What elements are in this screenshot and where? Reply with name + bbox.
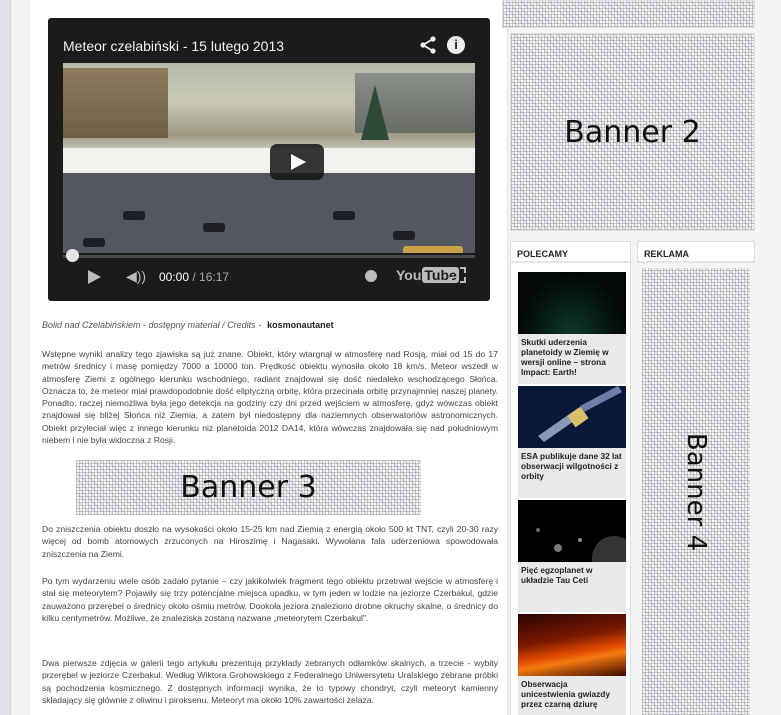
caption-credit: kosmonautanet xyxy=(267,320,334,330)
time-display: 00:00 / 16:17 xyxy=(159,270,229,284)
banner-3-label: Banner 3 xyxy=(180,470,317,505)
info-icon[interactable]: i xyxy=(447,36,465,54)
volume-icon[interactable]: ◀)) xyxy=(126,268,146,285)
recommended-list: Skutki uderzenia planetoidy w Ziemię w w… xyxy=(510,263,636,715)
recommended-item[interactable]: Obserwacja unicestwienia gwiazdy przez c… xyxy=(518,614,626,715)
recommended-title[interactable]: Skutki uderzenia planetoidy w Ziemię w w… xyxy=(518,334,626,384)
article-paragraph: Dwa pierwsze zdjęcia w galerii tego arty… xyxy=(42,658,498,705)
recommended-item[interactable]: ESA publikuje dane 32 lat obserwacji wil… xyxy=(518,386,626,498)
recommended-thumbnail[interactable] xyxy=(518,386,626,448)
recommended-title[interactable]: ESA publikuje dane 32 lat obserwacji wil… xyxy=(518,448,626,498)
banner-3[interactable]: Banner 3 xyxy=(76,460,421,515)
polecamy-heading: POLECAMY xyxy=(510,241,631,263)
share-icon[interactable] xyxy=(420,36,436,54)
recommended-item[interactable]: Pięć egzoplanet w układzie Tau Ceti xyxy=(518,500,636,612)
banner-2-label: Banner 2 xyxy=(564,114,701,150)
article-paragraph: Wstępne wyniki analizy tego zjawiska są … xyxy=(42,349,498,446)
recommended-thumbnail[interactable] xyxy=(518,500,636,580)
video-title[interactable]: Meteor czelabiński - 15 lutego 2013 xyxy=(63,38,284,54)
recommended-item[interactable]: Skutki uderzenia planetoidy w Ziemię w w… xyxy=(518,272,626,384)
reklama-heading: REKLAMA xyxy=(637,241,755,263)
recommended-thumbnail[interactable] xyxy=(518,272,626,334)
video-controls: ◀)) 00:00 / 16:17 You Tube xyxy=(48,261,490,301)
article-column: Meteor czelabiński - 15 lutego 2013 i ◀)… xyxy=(30,0,508,715)
caption-text: Bolid nad Czelabińskiem - dostępny mater… xyxy=(42,320,262,330)
current-time: 00:00 xyxy=(159,270,190,284)
recommended-title[interactable]: Obserwacja unicestwienia gwiazdy przez c… xyxy=(518,676,626,715)
banner-2[interactable]: Banner 2 xyxy=(510,33,755,231)
video-player[interactable]: Meteor czelabiński - 15 lutego 2013 i ◀)… xyxy=(48,18,490,301)
banner-4[interactable]: Banner 4 xyxy=(642,268,750,715)
watch-later-icon[interactable] xyxy=(365,270,377,282)
recommended-title[interactable]: Pięć egzoplanet w układzie Tau Ceti xyxy=(518,562,626,612)
video-thumbnail[interactable] xyxy=(63,63,475,253)
fullscreen-icon[interactable] xyxy=(450,267,466,283)
play-icon[interactable] xyxy=(88,270,101,284)
banner-4-label: Banner 4 xyxy=(681,432,711,551)
play-button[interactable] xyxy=(270,144,324,180)
article-paragraph: Po tym wydarzeniu wiele osób zadało pyta… xyxy=(42,576,498,623)
duration: / 16:17 xyxy=(192,270,230,284)
recommended-thumbnail[interactable] xyxy=(518,614,626,676)
progress-bar[interactable] xyxy=(63,255,475,258)
banner-top[interactable] xyxy=(502,0,755,28)
video-caption: Bolid nad Czelabińskiem - dostępny mater… xyxy=(42,320,334,330)
article-paragraph: Do zniszczenia obiektu doszło na wysokoś… xyxy=(42,524,498,559)
